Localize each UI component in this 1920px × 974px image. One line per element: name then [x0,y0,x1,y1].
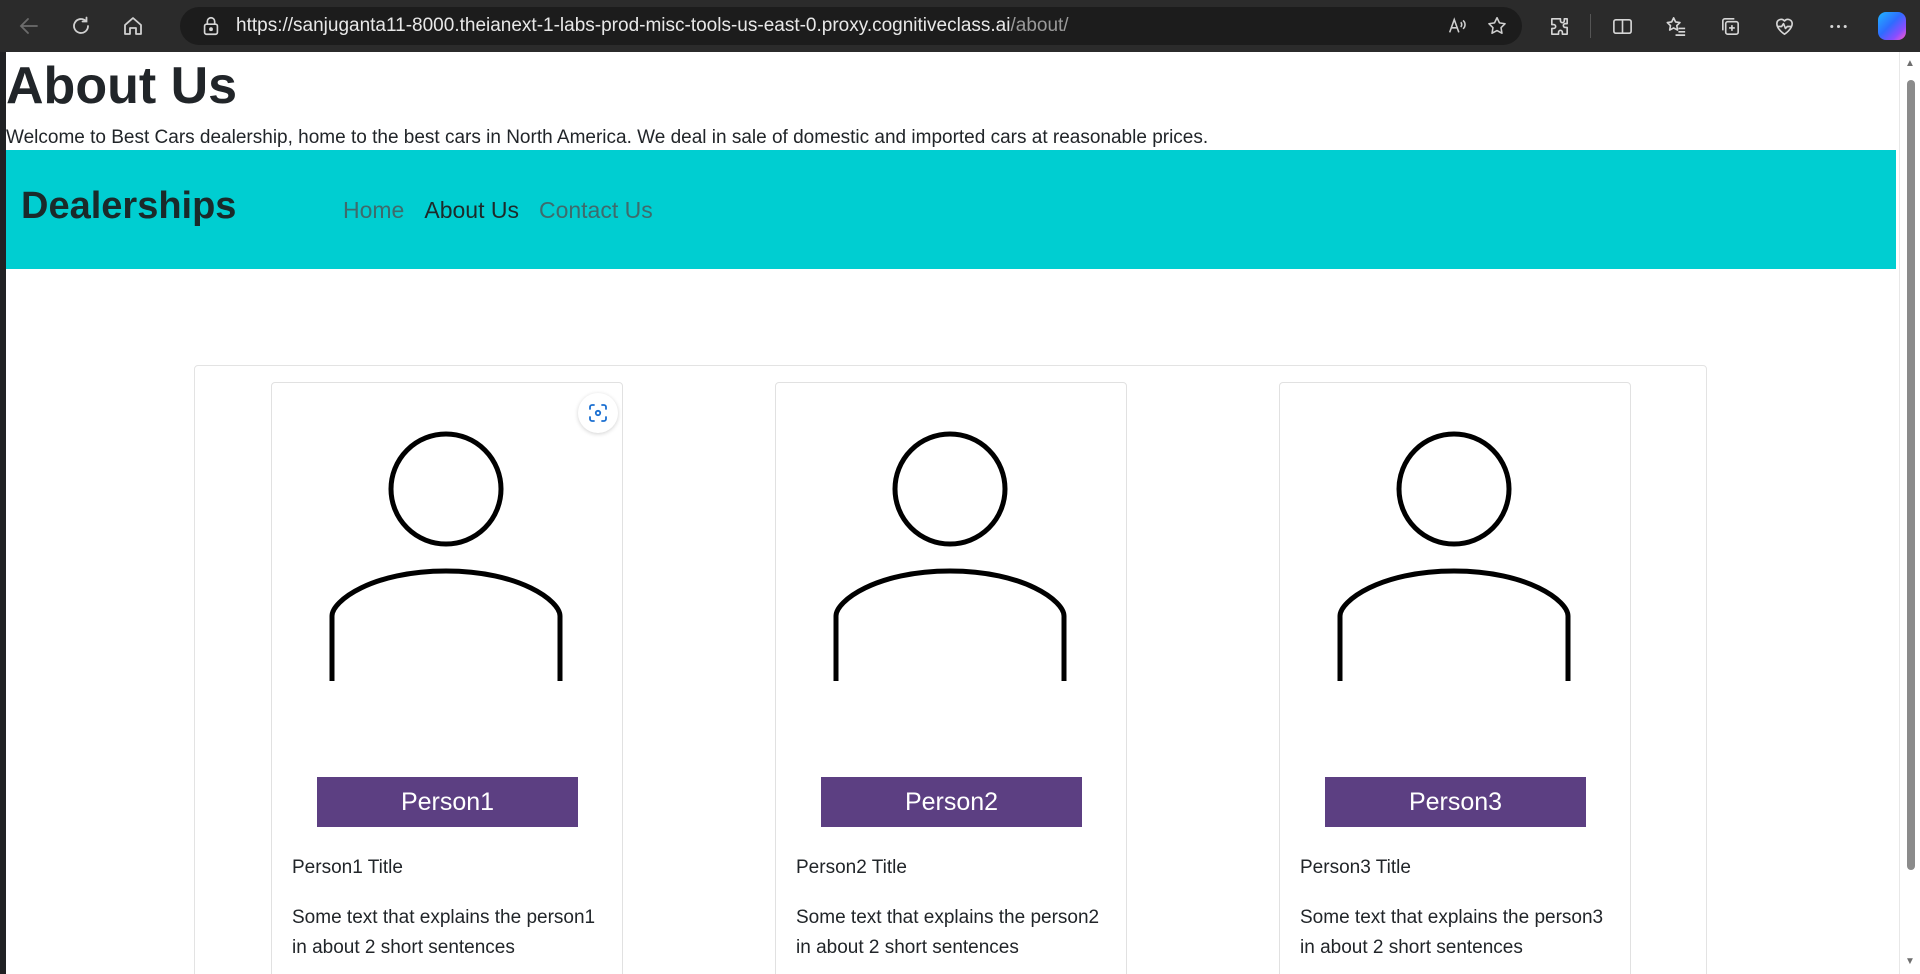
person-avatar-icon [1337,431,1571,681]
copilot-icon[interactable] [1865,6,1919,46]
back-icon[interactable] [6,6,52,46]
navbar-brand[interactable]: Dealerships [21,184,236,228]
person-title: Person2 Title [796,857,907,878]
favorites-icon[interactable] [1649,6,1703,46]
split-screen-icon[interactable] [1595,6,1649,46]
address-bar[interactable]: https://sanjuganta11-8000.theianext-1-la… [180,7,1522,45]
person-description: Some text that explains the person2 in a… [796,907,1100,958]
page-scrollbar[interactable]: ▲ ▼ [1899,52,1920,974]
nav-link-contact-us[interactable]: Contact Us [529,194,663,226]
favorite-star-icon[interactable] [1486,15,1508,37]
person-description: Some text that explains the person3 in a… [1300,907,1604,958]
refresh-icon[interactable] [58,6,104,46]
url-host: https://sanjuganta11-8000.theianext-1-la… [236,15,1011,36]
url-path: /about/ [1010,15,1069,36]
browser-essentials-icon[interactable] [1757,6,1811,46]
person-avatar-icon [833,431,1067,681]
person-name-badge: Person3 [1325,777,1586,827]
page-title: About Us [6,57,238,115]
page-viewport: About Us Welcome to Best Cars dealership… [6,52,1899,974]
navbar: Dealerships Home About Us Contact Us [6,150,1896,269]
extensions-icon[interactable] [1532,6,1586,46]
nav-links: Home About Us Contact Us [333,194,663,226]
team-card-deck: Person1 Person1 Title Some text that exp… [194,365,1707,974]
home-icon[interactable] [110,6,156,46]
scroll-up-arrow-icon[interactable]: ▲ [1904,58,1916,70]
person-title: Person1 Title [292,857,403,878]
person-description: Some text that explains the person1 in a… [292,907,596,958]
scroll-thumb[interactable] [1907,80,1915,870]
more-options-icon[interactable] [1811,6,1865,46]
person-name-badge: Person1 [317,777,578,827]
person-avatar-icon [329,431,563,681]
person-title: Person3 Title [1300,857,1411,878]
browser-toolbar: https://sanjuganta11-8000.theianext-1-la… [0,0,1920,52]
team-card: Person2 Person2 Title Some text that exp… [775,382,1127,974]
scroll-down-arrow-icon[interactable]: ▼ [1904,956,1916,968]
collections-icon[interactable] [1703,6,1757,46]
nav-link-home[interactable]: Home [333,194,414,226]
team-card: Person1 Person1 Title Some text that exp… [271,382,623,974]
person-name-badge: Person2 [821,777,1082,827]
nav-link-about-us[interactable]: About Us [414,194,529,226]
team-card: Person3 Person3 Title Some text that exp… [1279,382,1631,974]
visual-search-icon[interactable] [578,393,618,433]
lock-icon[interactable] [200,15,222,37]
read-aloud-icon[interactable] [1446,15,1468,37]
